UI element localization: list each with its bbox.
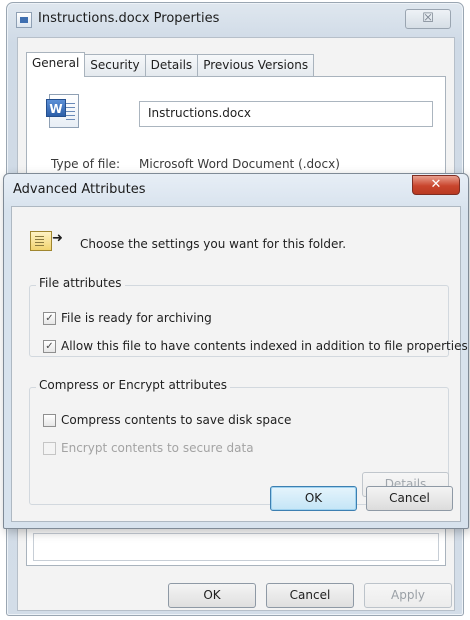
file-name-input[interactable]: Instructions.docx <box>139 101 433 127</box>
archive-label[interactable]: File is ready for archiving <box>61 311 212 325</box>
encrypt-checkbox <box>43 441 56 455</box>
archive-option[interactable]: ✓ File is ready for archiving <box>43 310 212 326</box>
file-attributes-title: File attributes <box>36 276 125 290</box>
folder-attributes-icon <box>30 231 52 251</box>
properties-ok-button[interactable]: OK <box>168 583 256 608</box>
compress-label[interactable]: Compress contents to save disk space <box>61 413 291 427</box>
word-document-icon: W <box>46 94 79 128</box>
properties-close-button[interactable]: ☒ <box>405 9 451 29</box>
properties-panel-box <box>33 533 439 561</box>
document-lines-icon <box>66 103 75 121</box>
advanced-attributes-body: ➜ Choose the settings you want for this … <box>11 206 468 522</box>
cancel-button[interactable]: Cancel <box>366 486 453 511</box>
compress-checkbox[interactable] <box>43 413 56 427</box>
properties-apply-button[interactable]: Apply <box>364 583 452 608</box>
tab-security[interactable]: Security <box>84 54 146 76</box>
tab-previous-versions[interactable]: Previous Versions <box>197 54 315 76</box>
tab-details[interactable]: Details <box>144 54 199 76</box>
index-checkbox[interactable]: ✓ <box>43 339 56 353</box>
compress-encrypt-title: Compress or Encrypt attributes <box>36 378 231 392</box>
archive-checkbox[interactable]: ✓ <box>43 311 56 325</box>
ok-button[interactable]: OK <box>270 486 357 511</box>
properties-tabs: General Security Details Previous Versio… <box>26 52 315 77</box>
properties-title: Instructions.docx Properties <box>38 11 220 26</box>
encrypt-option: Encrypt contents to secure data <box>43 440 254 456</box>
close-button[interactable]: ✕ <box>412 175 460 195</box>
properties-titlebar[interactable]: Instructions.docx Properties ☒ <box>7 3 463 37</box>
type-of-file-value: Microsoft Word Document (.docx) <box>139 157 340 171</box>
index-option[interactable]: ✓ Allow this file to have contents index… <box>43 338 468 354</box>
instruction-text: Choose the settings you want for this fo… <box>80 237 347 251</box>
encrypt-label: Encrypt contents to secure data <box>61 441 254 455</box>
advanced-attributes-title: Advanced Attributes <box>13 182 146 197</box>
word-logo-letter: W <box>46 99 66 117</box>
properties-cancel-button[interactable]: Cancel <box>266 583 354 608</box>
document-title-icon <box>16 12 32 28</box>
type-of-file-label: Type of file: <box>51 157 121 171</box>
advanced-attributes-dialog: Advanced Attributes ✕ ➜ Choose the setti… <box>3 173 469 529</box>
tab-general[interactable]: General <box>26 52 86 77</box>
compress-option[interactable]: Compress contents to save disk space <box>43 412 291 428</box>
arrow-icon: ➜ <box>52 231 63 246</box>
index-label[interactable]: Allow this file to have contents indexed… <box>61 339 468 353</box>
